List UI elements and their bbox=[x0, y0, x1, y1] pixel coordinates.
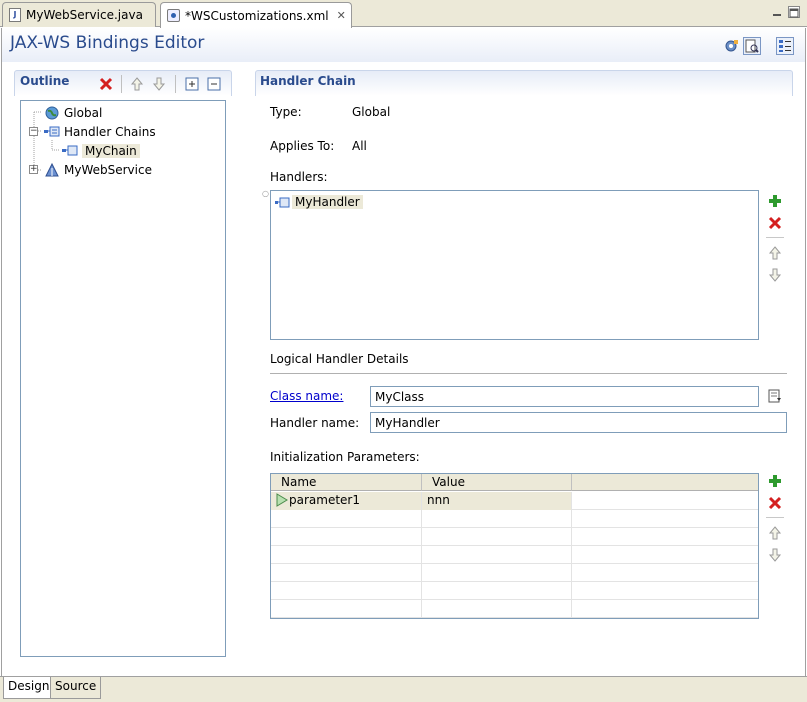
move-down-icon[interactable] bbox=[151, 76, 167, 92]
tree-item-label: MyChain bbox=[82, 143, 140, 158]
lightbulb-icon: ○ bbox=[262, 189, 269, 198]
side-separator bbox=[766, 237, 784, 238]
tree-item-global[interactable]: Global bbox=[44, 103, 102, 122]
move-parameter-down-icon[interactable] bbox=[767, 547, 783, 563]
table-row bbox=[271, 564, 758, 582]
collapse-handler-chains-icon[interactable]: − bbox=[29, 127, 38, 136]
applies-to-value: All bbox=[352, 139, 367, 153]
remove-handler-icon[interactable] bbox=[767, 215, 783, 231]
tab-mywebservice-java[interactable]: J MyWebService.java bbox=[2, 2, 156, 27]
column-header-value[interactable]: Value bbox=[422, 474, 572, 491]
maximize-icon[interactable] bbox=[788, 6, 800, 18]
tab-label: MyWebService.java bbox=[26, 8, 143, 22]
chain-icon bbox=[62, 145, 78, 155]
tab-wscustomizations-xml[interactable]: *WSCustomizations.xml ✕ bbox=[160, 2, 352, 28]
handler-chain-title: Handler Chain bbox=[260, 74, 356, 88]
globe-icon bbox=[45, 106, 59, 119]
param-name: parameter1 bbox=[289, 493, 360, 507]
applies-to-label: Applies To: bbox=[270, 139, 335, 153]
close-icon[interactable]: ✕ bbox=[337, 9, 346, 22]
side-separator bbox=[766, 517, 784, 518]
move-up-icon[interactable] bbox=[129, 76, 145, 92]
tree-item-label: Handler Chains bbox=[64, 124, 156, 139]
remove-parameter-icon[interactable] bbox=[767, 495, 783, 511]
toolbar-separator bbox=[175, 75, 176, 93]
init-params-table[interactable]: Name Value parameter1 nnn bbox=[270, 473, 759, 619]
tree-item-label: MyWebService bbox=[64, 162, 152, 177]
table-row bbox=[271, 582, 758, 600]
column-header-name[interactable]: Name bbox=[271, 474, 422, 491]
table-row[interactable]: parameter1 nnn bbox=[271, 492, 758, 510]
minimize-icon[interactable] bbox=[771, 6, 783, 18]
tree-item-handler-chains[interactable]: Handler Chains bbox=[44, 122, 156, 141]
tree-item-mychain[interactable]: MyChain bbox=[62, 141, 140, 160]
table-row bbox=[271, 546, 758, 564]
web-service-icon bbox=[45, 162, 59, 176]
column-header-filler bbox=[572, 474, 758, 491]
handler-list-label: MyHandler bbox=[292, 194, 363, 209]
expand-all-icon[interactable] bbox=[184, 76, 200, 92]
delete-icon[interactable] bbox=[98, 76, 114, 92]
move-handler-down-icon[interactable] bbox=[767, 267, 783, 283]
handlers-label: Handlers: bbox=[270, 170, 328, 184]
move-handler-up-icon[interactable] bbox=[767, 245, 783, 261]
class-name-field[interactable]: MyClass bbox=[370, 386, 759, 407]
outline-title: Outline bbox=[20, 74, 70, 88]
outline-view-icon[interactable] bbox=[776, 37, 794, 55]
table-row bbox=[271, 510, 758, 528]
tab-label: *WSCustomizations.xml bbox=[185, 8, 329, 23]
tree-item-label: Global bbox=[64, 105, 103, 120]
collapse-all-icon[interactable] bbox=[206, 76, 222, 92]
param-name-cell[interactable]: parameter1 bbox=[271, 492, 422, 510]
java-file-icon: J bbox=[9, 8, 21, 22]
tab-source[interactable]: Source bbox=[50, 677, 102, 699]
class-name-link[interactable]: Class name: bbox=[270, 389, 343, 403]
handler-icon bbox=[275, 197, 290, 207]
logical-handler-details-label: Logical Handler Details bbox=[270, 352, 409, 366]
table-row bbox=[271, 600, 758, 618]
editor-bottom-tab-bar bbox=[0, 676, 807, 702]
handler-name-label: Handler name: bbox=[270, 416, 360, 430]
add-parameter-icon[interactable] bbox=[767, 473, 783, 489]
tab-design[interactable]: Design bbox=[3, 677, 55, 699]
type-label: Type: bbox=[270, 105, 302, 119]
handler-chains-icon bbox=[44, 126, 60, 136]
initialization-parameters-label: Initialization Parameters: bbox=[270, 450, 420, 464]
expand-mywebservice-icon[interactable]: + bbox=[29, 165, 38, 174]
browse-class-icon[interactable] bbox=[767, 388, 783, 404]
row-arrow-icon bbox=[276, 493, 288, 507]
move-parameter-up-icon[interactable] bbox=[767, 525, 783, 541]
details-divider bbox=[270, 373, 787, 374]
xml-file-icon bbox=[167, 9, 180, 22]
editor-title: JAX-WS Bindings Editor bbox=[10, 33, 205, 53]
param-value-cell[interactable]: nnn bbox=[422, 492, 572, 510]
handlers-list[interactable] bbox=[270, 190, 759, 340]
handler-name-field[interactable]: MyHandler bbox=[370, 412, 787, 433]
table-row bbox=[271, 528, 758, 546]
param-filler-cell bbox=[572, 492, 758, 510]
settings-gear-icon[interactable] bbox=[722, 37, 740, 55]
toolbar-separator bbox=[121, 75, 122, 93]
tree-item-mywebservice[interactable]: MyWebService bbox=[44, 160, 152, 179]
add-handler-icon[interactable] bbox=[767, 193, 783, 209]
type-value: Global bbox=[352, 105, 391, 119]
handler-list-item[interactable]: MyHandler bbox=[275, 192, 363, 211]
preview-icon[interactable] bbox=[743, 37, 761, 55]
